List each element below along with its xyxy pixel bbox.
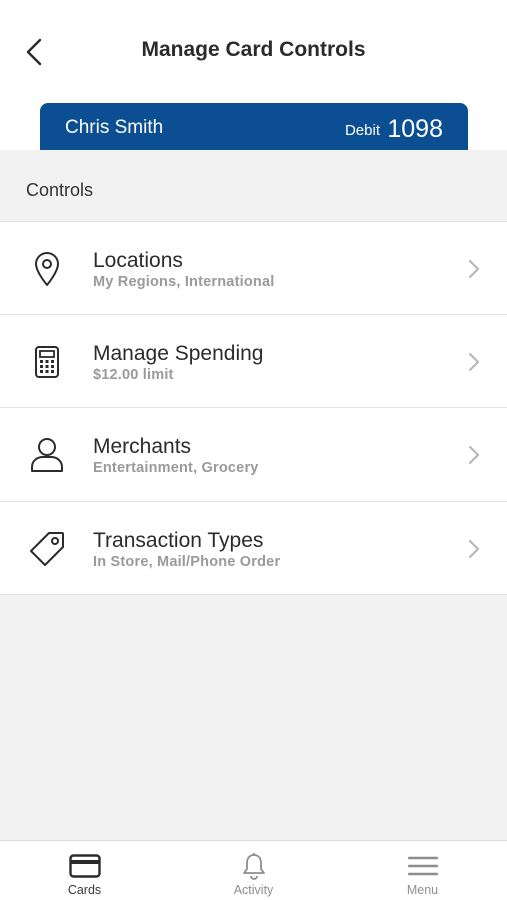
calculator-icon <box>28 343 66 381</box>
tab-label: Cards <box>67 883 102 897</box>
header: Manage Card Controls Chris Smith Debit 1… <box>0 0 507 150</box>
tab-bar: Cards Activity Menu <box>0 840 507 900</box>
page-title: Manage Card Controls <box>141 38 366 61</box>
card-summary[interactable]: Chris Smith Debit 1098 <box>40 103 468 150</box>
section-label: Controls <box>26 180 94 200</box>
control-row-manage-spending[interactable]: Manage Spending $12.00 limit <box>0 314 507 408</box>
chevron-right-icon <box>467 352 481 372</box>
tab-activity[interactable]: Activity <box>169 841 338 900</box>
card-icon <box>68 851 102 881</box>
hamburger-icon <box>406 851 440 881</box>
tab-cards[interactable]: Cards <box>0 841 169 900</box>
tab-label: Menu <box>406 883 439 897</box>
tab-label: Activity <box>233 883 274 897</box>
controls-list: Locations My Regions, International Mana… <box>0 221 507 595</box>
control-subtitle: Entertainment, Grocery <box>93 460 259 476</box>
bell-icon <box>237 851 271 881</box>
tab-menu[interactable]: Menu <box>338 841 507 900</box>
control-subtitle: $12.00 limit <box>93 366 174 383</box>
control-row-transaction-types[interactable]: Transaction Types In Store, Mail/Phone O… <box>0 501 507 595</box>
control-subtitle: In Store, Mail/Phone Order <box>93 553 281 570</box>
card-type: Debit <box>344 122 380 139</box>
control-row-merchants[interactable]: Merchants Entertainment, Grocery <box>0 408 507 502</box>
screen: Manage Card Controls Chris Smith Debit 1… <box>0 0 507 900</box>
control-title: Manage Spending <box>93 341 264 365</box>
tag-icon <box>28 530 66 568</box>
control-row-locations[interactable]: Locations My Regions, International <box>0 221 507 315</box>
person-icon <box>28 436 66 474</box>
control-title: Merchants <box>93 435 192 458</box>
location-pin-icon <box>28 250 66 288</box>
chevron-right-icon <box>467 539 481 559</box>
control-title: Locations <box>93 249 183 272</box>
control-subtitle: My Regions, International <box>93 274 275 290</box>
chevron-right-icon <box>467 259 481 279</box>
chevron-right-icon <box>467 445 481 465</box>
control-title: Transaction Types <box>93 528 264 552</box>
card-last4: 1098 <box>387 115 443 143</box>
card-holder-name: Chris Smith <box>65 117 164 138</box>
